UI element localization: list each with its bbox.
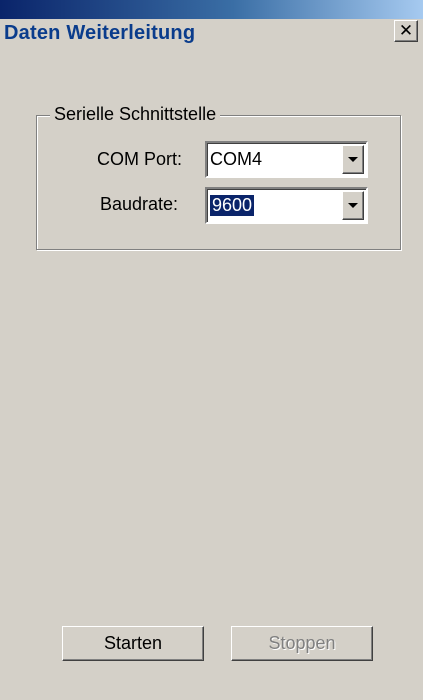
- chevron-down-icon: [348, 157, 358, 162]
- baudrate-dropdown-button[interactable]: [342, 191, 364, 220]
- dialog-window: Daten Weiterleitung ✕ Serielle Schnittst…: [0, 0, 423, 700]
- serial-port-groupbox: [36, 115, 401, 250]
- stop-button[interactable]: Stoppen: [231, 626, 373, 661]
- close-button[interactable]: ✕: [394, 20, 418, 42]
- baudrate-combobox[interactable]: 9600: [205, 187, 368, 224]
- start-button[interactable]: Starten: [62, 626, 204, 661]
- com-port-dropdown-button[interactable]: [342, 145, 364, 174]
- com-port-value: COM4: [210, 149, 263, 169]
- window-title: Daten Weiterleitung: [4, 22, 196, 44]
- serial-port-group-label: Serielle Schnittstelle: [50, 104, 221, 125]
- com-port-label: COM Port:: [97, 149, 183, 169]
- baudrate-value: 9600: [208, 194, 256, 217]
- close-icon: ✕: [398, 20, 414, 41]
- com-port-combobox[interactable]: COM4: [205, 141, 368, 178]
- baudrate-label: Baudrate:: [100, 194, 179, 214]
- chevron-down-icon: [348, 203, 358, 208]
